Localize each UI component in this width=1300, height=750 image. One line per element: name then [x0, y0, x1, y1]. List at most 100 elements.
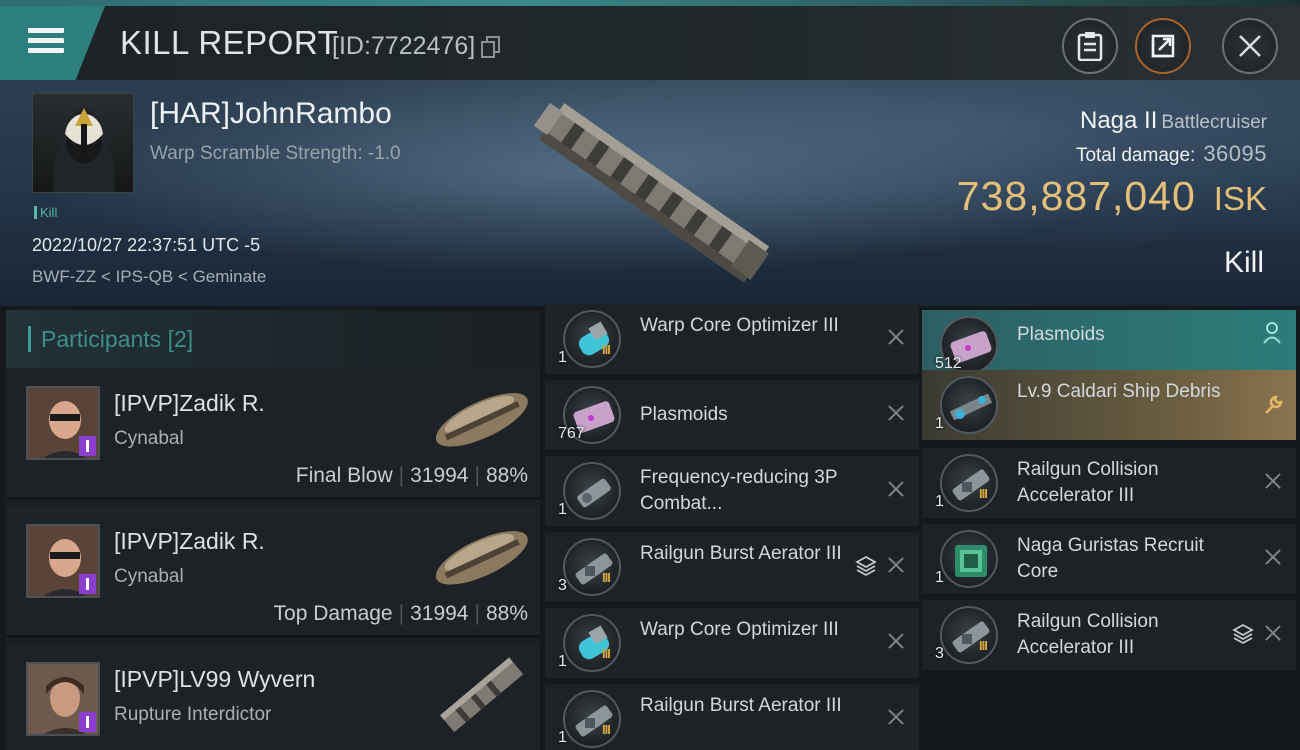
isk-amount: 738,887,040 [956, 173, 1196, 219]
item-name: Railgun Collision Accelerator III [1017, 459, 1159, 506]
item-quantity: 3 [558, 577, 567, 594]
clipboard-icon [1077, 32, 1103, 61]
list-item[interactable]: 1 III Warp Core Optimizer III [545, 608, 919, 681]
close-icon[interactable] [885, 554, 907, 576]
avatar [26, 386, 100, 460]
railgun-module-icon [940, 454, 998, 512]
cynabal-ship-image [435, 393, 528, 447]
core-icon [940, 530, 998, 588]
pilot-badge-icon [79, 574, 96, 594]
close-icon[interactable] [885, 630, 907, 652]
item-name: Plasmoids [1017, 324, 1105, 345]
item-quantity: 1 [935, 569, 944, 586]
victim-ship-class: Battlecruiser [1161, 112, 1267, 133]
participant-damage: 31994 [410, 602, 469, 625]
person-icon[interactable] [1262, 322, 1282, 344]
total-damage: Total damage: 36095 [1076, 141, 1267, 167]
copy-icon[interactable] [481, 36, 501, 58]
kill-result: Kill [1223, 246, 1264, 279]
pilot-badge-icon [79, 712, 96, 732]
isk-value: 738,887,040 ISK [957, 173, 1267, 220]
list-item[interactable]: 1 III Warp Core Optimizer III [545, 304, 919, 377]
list-item[interactable]: 3 III Railgun Collision Accelerator III [922, 600, 1296, 673]
wrench-icon[interactable] [1262, 394, 1284, 416]
item-quantity: 767 [558, 425, 585, 442]
participants-title-label: Participants [41, 326, 162, 352]
close-icon[interactable] [885, 478, 907, 500]
close-icon[interactable] [1262, 470, 1284, 492]
victim-ship-image [533, 102, 770, 283]
participant-card[interactable]: [IPVP]Zadik R. Cynabal Top Damage | 31994 |… [6, 506, 540, 638]
participant-percent: 88% [485, 602, 528, 625]
list-item[interactable]: 3 III Railgun Burst Aerator III [545, 532, 919, 605]
close-icon[interactable] [885, 326, 907, 348]
list-item[interactable]: 1 III Railgun Collision Accelerator III [922, 448, 1296, 521]
dropped-items-column-1: 1 III Warp Core Optimizer III 767 Plasmo… [545, 304, 919, 750]
stack-icon [855, 555, 877, 577]
item-quantity: 1 [935, 415, 944, 432]
participant-name: [IPVP]Zadik R. [114, 528, 265, 554]
victim-ship-name: Naga II [1080, 107, 1158, 134]
railgun-module-icon [940, 606, 998, 664]
item-tier: III [979, 486, 988, 501]
participant-card[interactable]: [IPVP]Zadik R. Cynabal Final Blow | 31994 |… [6, 368, 540, 500]
page-title: KILL REPORT [120, 24, 339, 61]
item-quantity: 1 [558, 501, 567, 518]
item-tier: III [602, 722, 611, 737]
victim-summary: [HAR]JohnRambo Warp Scramble Strength: -… [0, 80, 1300, 306]
participant-ship: Cynabal [114, 428, 184, 449]
railgun-module-icon [563, 690, 621, 748]
header-bar: KILL REPORT [ID:7722476] [0, 6, 1300, 80]
report-id: [ID:7722476] [332, 32, 476, 60]
participants-count: [2] [167, 326, 194, 352]
share-button[interactable] [1135, 18, 1191, 74]
participant-ship: Cynabal [114, 566, 184, 587]
item-name: Railgun Collision Accelerator III [1017, 611, 1159, 658]
participant-ship: Rupture Interdictor [114, 704, 272, 725]
debris-icon [940, 376, 998, 434]
kill-tag-label: Kill [40, 205, 58, 220]
participant-card[interactable]: [IPVP]LV99 Wyvern Rupture Interdictor [6, 644, 540, 750]
stack-icon [1232, 623, 1254, 645]
cynabal-ship-image [435, 531, 528, 585]
item-name: Frequency-reducing 3P Combat... [640, 467, 838, 514]
item-name: Railgun Burst Aerator III [640, 695, 842, 716]
participants-panel: Participants [2] [IPVP]Zadik R. Cynabal … [6, 310, 540, 750]
kill-tag: Kill [34, 205, 57, 220]
item-tier: III [602, 570, 611, 585]
list-item[interactable]: 1 Frequency-reducing 3P Combat... [545, 456, 919, 529]
participant-name: [IPVP]Zadik R. [114, 390, 265, 416]
list-item[interactable]: 1 Naga Guristas Recruit Core [922, 524, 1296, 597]
victim-portrait [32, 93, 134, 193]
clipboard-button[interactable] [1062, 18, 1118, 74]
item-quantity: 3 [935, 645, 944, 662]
victim-name: [HAR]JohnRambo [150, 97, 392, 130]
avatar [26, 662, 100, 736]
warp-scramble-strength: Warp Scramble Strength: -1.0 [150, 143, 401, 164]
warp-core-icon [563, 310, 621, 368]
participant-name: [IPVP]LV99 Wyvern [114, 666, 316, 692]
close-icon[interactable] [885, 402, 907, 424]
close-icon[interactable] [885, 706, 907, 728]
close-icon[interactable] [1262, 546, 1284, 568]
railgun-module-icon [563, 538, 621, 596]
avatar [26, 524, 100, 598]
list-item[interactable]: 1 Lv.9 Caldari Ship Debris [922, 370, 1296, 443]
item-quantity: 1 [558, 729, 567, 746]
dropped-items-column-2: 512 Plasmoids 1 Lv.9 Caldari Ship Debris… [922, 310, 1296, 750]
close-icon[interactable] [1262, 622, 1284, 644]
list-item[interactable]: 767 Plasmoids [545, 380, 919, 453]
menu-button[interactable] [0, 6, 105, 80]
participant-stats: Final Blow | 31994 | 88% [295, 464, 528, 487]
warp-core-icon [563, 614, 621, 672]
share-icon [1151, 34, 1175, 58]
item-quantity: 1 [558, 349, 567, 366]
kill-timestamp: 2022/10/27 22:37:51 UTC -5 [32, 235, 261, 255]
item-quantity: 1 [935, 493, 944, 510]
participant-role: Final Blow [295, 464, 393, 487]
list-item[interactable]: 1 III Railgun Burst Aerator III [545, 684, 919, 750]
participant-percent: 88% [485, 464, 528, 487]
item-name: Lv.9 Caldari Ship Debris [1017, 381, 1221, 402]
close-button[interactable] [1222, 18, 1278, 74]
item-name: Naga Guristas Recruit Core [1017, 535, 1204, 582]
